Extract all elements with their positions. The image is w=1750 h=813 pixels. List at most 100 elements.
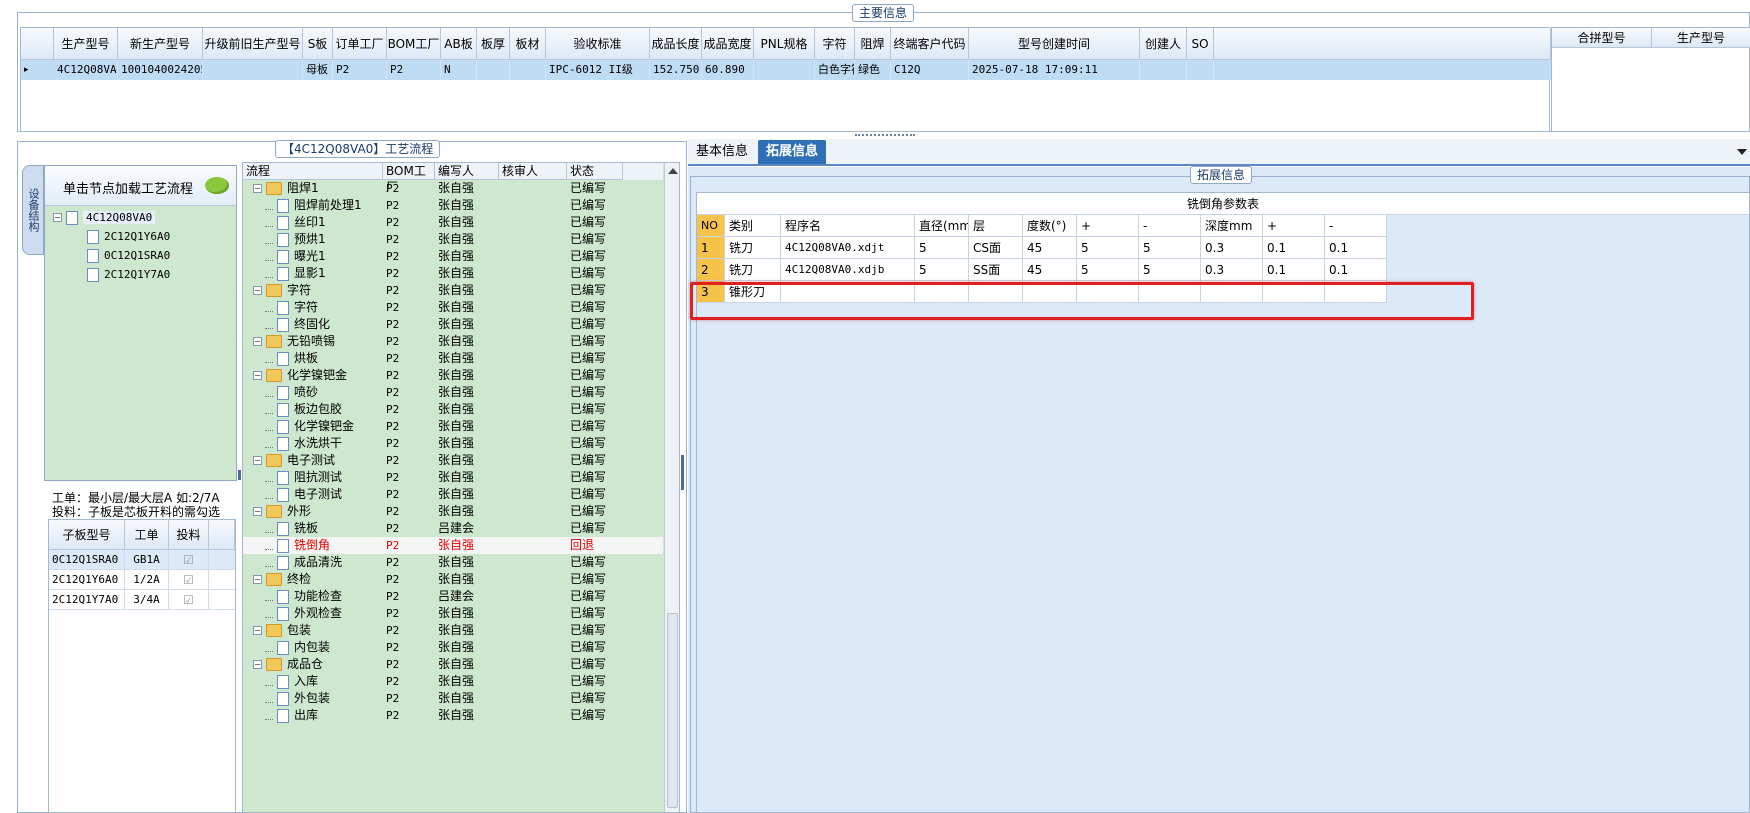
tab-extended-info[interactable]: 拓展信息 bbox=[758, 140, 827, 164]
process-col-header[interactable]: 核审人 bbox=[499, 163, 567, 180]
scroll-up-icon[interactable] bbox=[667, 168, 678, 174]
col-sub-model[interactable]: 子板型号 bbox=[49, 520, 125, 550]
process-row[interactable]: − 无铅喷锡 P2 张自强 已编写 bbox=[243, 333, 663, 350]
col-order[interactable]: 工单 bbox=[125, 520, 169, 550]
param-col-header[interactable]: 度数(°) bbox=[1023, 215, 1077, 237]
side-col-merge[interactable]: 合拼型号 bbox=[1552, 28, 1652, 48]
process-row[interactable]: 终固化 P2 张自强 已编写 bbox=[243, 316, 663, 333]
process-row[interactable]: − 阻焊1 P2 张自强 已编写 bbox=[243, 180, 663, 197]
param-col-header[interactable]: 类别 bbox=[725, 215, 781, 237]
param-cell[interactable]: SS面 bbox=[969, 259, 1023, 281]
process-row[interactable]: 化学镍钯金 P2 张自强 已编写 bbox=[243, 418, 663, 435]
param-col-header[interactable]: NO bbox=[697, 215, 725, 237]
param-cell[interactable]: CS面 bbox=[969, 237, 1023, 259]
process-row[interactable]: 字符 P2 张自强 已编写 bbox=[243, 299, 663, 316]
process-row[interactable]: − 外形 P2 张自强 已编写 bbox=[243, 503, 663, 520]
tree-node-child[interactable]: 2C12Q1Y6A0 bbox=[53, 227, 233, 246]
process-col-header[interactable]: 编写人 bbox=[435, 163, 499, 180]
process-row[interactable]: 入库 P2 张自强 已编写 bbox=[243, 673, 663, 690]
scroll-thumb[interactable] bbox=[667, 613, 678, 808]
process-row[interactable]: 出库 P2 张自强 已编写 bbox=[243, 707, 663, 724]
process-row[interactable]: − 化学镍钯金 P2 张自强 已编写 bbox=[243, 367, 663, 384]
tree-node-child[interactable]: 0C12Q1SRA0 bbox=[53, 246, 233, 265]
param-col-header[interactable]: 直径(mm) bbox=[915, 215, 969, 237]
main-col-header[interactable]: 订单工厂 bbox=[333, 28, 387, 60]
param-cell[interactable]: 5 bbox=[1139, 237, 1201, 259]
process-row[interactable]: − 终检 P2 张自强 已编写 bbox=[243, 571, 663, 588]
collapse-icon[interactable]: − bbox=[253, 184, 262, 193]
main-col-header[interactable]: 新生产型号 bbox=[118, 28, 203, 60]
sub-board-row[interactable]: 2C12Q1Y6A0 1/2A ☑ bbox=[49, 570, 235, 590]
chat-bubble-icon[interactable] bbox=[205, 177, 229, 194]
main-col-header[interactable]: 字符 bbox=[815, 28, 855, 60]
feed-checkbox[interactable]: ☑ bbox=[169, 590, 209, 610]
param-row[interactable]: 1 铣刀 4C12Q08VA0.xdjt 5 CS面 45 5 5 0.3 0.1 0.1 bbox=[697, 237, 1387, 259]
sub-board-row[interactable]: 0C12Q1SRA0 GB1A ☑ bbox=[49, 550, 235, 570]
process-row[interactable]: 铣板 P2 吕建会 已编写 bbox=[243, 520, 663, 537]
process-row[interactable]: 板边包胶 P2 张自强 已编写 bbox=[243, 401, 663, 418]
collapse-icon[interactable]: − bbox=[253, 337, 262, 346]
process-row[interactable]: 显影1 P2 张自强 已编写 bbox=[243, 265, 663, 282]
tab-equipment-structure[interactable]: 设备结构 bbox=[22, 165, 44, 255]
collapse-icon[interactable]: − bbox=[253, 575, 262, 584]
param-cell[interactable]: 铣刀 bbox=[725, 237, 781, 259]
param-col-header[interactable]: - bbox=[1325, 215, 1387, 237]
main-col-header[interactable]: 升级前旧生产型号 bbox=[203, 28, 303, 60]
main-col-header[interactable]: 生产型号 bbox=[54, 28, 118, 60]
process-row[interactable]: − 包装 P2 张自强 已编写 bbox=[243, 622, 663, 639]
param-cell[interactable]: 0.1 bbox=[1263, 237, 1325, 259]
row-selector-header[interactable] bbox=[21, 28, 54, 60]
process-scrollbar[interactable] bbox=[664, 163, 679, 812]
main-col-header[interactable]: 成品宽度 bbox=[702, 28, 754, 60]
process-row[interactable]: 阻抗测试 P2 张自强 已编写 bbox=[243, 469, 663, 486]
process-row[interactable]: 外观检查 P2 张自强 已编写 bbox=[243, 605, 663, 622]
col-feed[interactable]: 投料 bbox=[169, 520, 209, 550]
process-row[interactable]: 水洗烘干 P2 张自强 已编写 bbox=[243, 435, 663, 452]
main-col-header[interactable]: AB板 bbox=[441, 28, 477, 60]
process-row[interactable]: 成品清洗 P2 张自强 已编写 bbox=[243, 554, 663, 571]
param-col-header[interactable]: - bbox=[1139, 215, 1201, 237]
process-col-header[interactable]: BOM工厂 bbox=[383, 163, 435, 194]
param-col-header[interactable]: 程序名 bbox=[781, 215, 915, 237]
main-col-header[interactable]: 板厚 bbox=[477, 28, 510, 60]
main-col-header[interactable]: 终端客户代码 bbox=[891, 28, 969, 60]
main-col-header[interactable]: PNL规格 bbox=[754, 28, 815, 60]
param-col-header[interactable]: + bbox=[1077, 215, 1139, 237]
param-cell[interactable]: 5 bbox=[1139, 259, 1201, 281]
process-row[interactable]: 预烘1 P2 张自强 已编写 bbox=[243, 231, 663, 248]
param-col-header[interactable]: 深度mm bbox=[1201, 215, 1263, 237]
param-cell[interactable]: 4C12Q08VA0.xdjt bbox=[781, 237, 915, 259]
param-cell[interactable]: 5 bbox=[1077, 259, 1139, 281]
process-row[interactable]: − 字符 P2 张自强 已编写 bbox=[243, 282, 663, 299]
param-cell[interactable]: 1 bbox=[697, 237, 725, 259]
main-col-header[interactable]: BOM工厂 bbox=[387, 28, 441, 60]
collapse-icon[interactable]: − bbox=[253, 507, 262, 516]
param-cell[interactable]: 0.3 bbox=[1201, 237, 1263, 259]
right-splitter-icon[interactable] bbox=[681, 455, 685, 490]
process-col-header[interactable]: 流程 bbox=[243, 163, 383, 180]
collapse-icon[interactable]: − bbox=[253, 286, 262, 295]
tree-node-child[interactable]: 2C12Q1Y7A0 bbox=[53, 265, 233, 284]
process-row[interactable]: − 电子测试 P2 张自强 已编写 bbox=[243, 452, 663, 469]
param-cell[interactable]: 0.1 bbox=[1263, 259, 1325, 281]
process-row[interactable]: 曝光1 P2 张自强 已编写 bbox=[243, 248, 663, 265]
process-col-header[interactable]: 状态 bbox=[567, 163, 623, 180]
param-cell[interactable]: 5 bbox=[915, 259, 969, 281]
process-row[interactable]: 铣倒角 P2 张自强 回退 bbox=[243, 537, 663, 554]
main-col-header[interactable]: 成品长度 bbox=[650, 28, 702, 60]
collapse-icon[interactable]: − bbox=[253, 371, 262, 380]
param-col-header[interactable]: + bbox=[1263, 215, 1325, 237]
param-col-header[interactable]: 层 bbox=[969, 215, 1023, 237]
param-cell[interactable]: 0.1 bbox=[1325, 259, 1387, 281]
main-col-header[interactable]: 型号创建时间 bbox=[969, 28, 1140, 60]
param-row[interactable]: 2 铣刀 4C12Q08VA0.xdjb 5 SS面 45 5 5 0.3 0.1 0.1 bbox=[697, 259, 1387, 281]
collapse-icon[interactable]: − bbox=[253, 660, 262, 669]
param-cell[interactable]: 45 bbox=[1023, 237, 1077, 259]
collapse-icon[interactable]: − bbox=[53, 213, 62, 222]
main-col-header[interactable]: S板 bbox=[303, 28, 333, 60]
process-row[interactable]: 外包装 P2 张自强 已编写 bbox=[243, 690, 663, 707]
collapse-icon[interactable]: − bbox=[253, 626, 262, 635]
process-row[interactable]: 功能检查 P2 吕建会 已编写 bbox=[243, 588, 663, 605]
param-cell[interactable]: 2 bbox=[697, 259, 725, 281]
main-col-header[interactable]: 板材 bbox=[510, 28, 546, 60]
